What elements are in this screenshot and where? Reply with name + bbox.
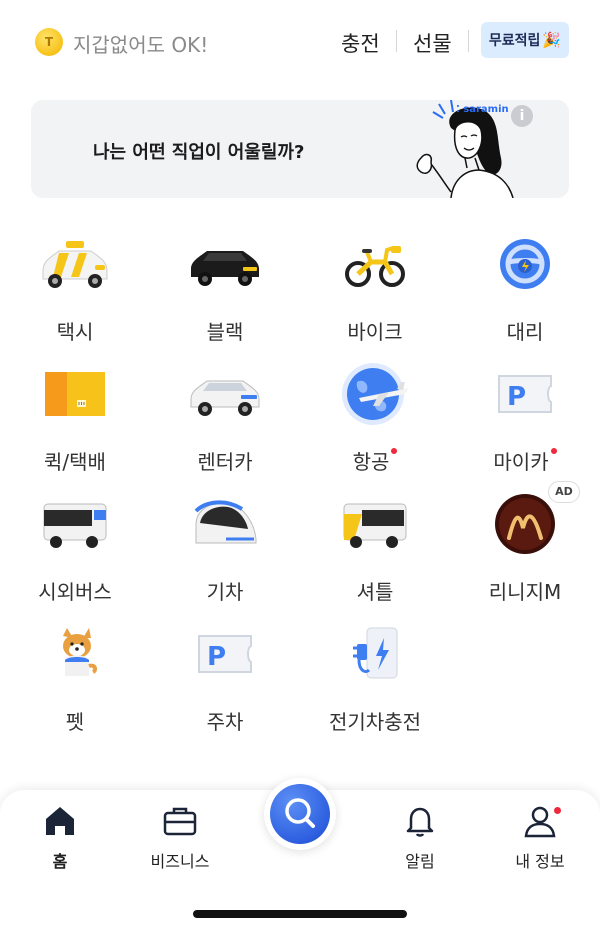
info-icon[interactable]: i [511, 105, 533, 127]
dog-icon [39, 622, 111, 686]
service-bike[interactable]: 바이크 [300, 232, 450, 362]
svg-text:P: P [507, 382, 526, 412]
service-label: 마이카 [450, 446, 600, 475]
nav-notifications[interactable]: 알림 [360, 790, 480, 880]
notification-badge-dot [554, 807, 561, 814]
nav-home[interactable]: 홈 [0, 790, 120, 880]
service-parking[interactable]: P 주차 [150, 622, 300, 752]
nav-business-label: 비즈니스 [150, 852, 210, 871]
service-label: 주차 [206, 710, 244, 734]
service-label: 대리 [506, 320, 544, 344]
wallet-promo-text[interactable]: 지갑없어도 OK! [73, 29, 208, 58]
free-points-button[interactable]: 무료적립 🎉 [481, 22, 569, 58]
person-icon [524, 806, 556, 838]
briefcase-icon [163, 807, 197, 836]
shuttle-icon [339, 492, 411, 556]
nav-my-info[interactable]: 내 정보 [480, 790, 600, 880]
ev-charger-icon [339, 622, 411, 686]
nav-business[interactable]: 비즈니스 [120, 790, 240, 880]
parking-ticket-icon: P [489, 362, 561, 426]
search-icon [285, 798, 315, 828]
t-coin-icon: T [35, 28, 63, 56]
service-label: 기차 [206, 580, 244, 604]
saramin-brand: ⁚ saramin [456, 104, 509, 115]
header-divider [396, 30, 397, 52]
service-label: 항공 [300, 446, 450, 475]
bell-icon [406, 807, 434, 837]
nav-my-info-label: 내 정보 [515, 852, 565, 871]
search-button-bg [270, 784, 330, 844]
service-label: 블랙 [206, 320, 244, 344]
service-taxi[interactable]: 택시 [0, 232, 150, 362]
charge-link[interactable]: 충전 [341, 28, 380, 58]
promo-banner[interactable]: 나는 어떤 직업이 어울릴까? ⁚ saramin i [31, 100, 569, 198]
nav-home-label: 홈 [52, 852, 68, 871]
service-label: 퀵/택배 [44, 450, 106, 474]
lineage-logo-icon [489, 492, 561, 556]
banner-title: 나는 어떤 직업이 어울릴까? [93, 142, 305, 163]
train-icon [189, 492, 261, 556]
home-icon [46, 807, 74, 835]
service-rental-car[interactable]: 렌터카 [150, 362, 300, 492]
svg-text:P: P [207, 642, 226, 672]
service-label: 시외버스 [38, 580, 112, 604]
nav-notifications-label: 알림 [405, 852, 435, 871]
saramin-brand-text: saramin [463, 104, 509, 115]
service-label: 전기차충전 [329, 710, 421, 734]
service-pet[interactable]: 펫 [0, 622, 150, 752]
party-popper-icon: 🎉 [542, 31, 562, 49]
new-badge-dot [391, 448, 398, 454]
service-quick-delivery[interactable]: 퀵/택배 [0, 362, 150, 492]
service-shuttle[interactable]: 셔틀 [300, 492, 450, 622]
new-badge-dot [550, 448, 557, 454]
service-label: 리니지M [488, 580, 562, 604]
service-label: 바이크 [347, 320, 403, 344]
taxi-icon [39, 232, 111, 296]
search-button[interactable] [264, 778, 336, 850]
home-indicator [193, 910, 407, 918]
package-icon [39, 362, 111, 426]
parking-ticket-icon: P [189, 622, 261, 686]
service-intercity-bus[interactable]: 시외버스 [0, 492, 150, 622]
service-label: 펫 [65, 710, 85, 734]
rental-car-icon [189, 362, 261, 426]
service-ev-charging[interactable]: 전기차충전 [300, 622, 450, 752]
airplane-globe-icon [339, 362, 411, 426]
saramin-dot-icon: ⁚ [456, 104, 460, 115]
black-car-icon [189, 232, 261, 296]
service-black[interactable]: 블랙 [150, 232, 300, 362]
header-divider [468, 30, 469, 52]
service-mycar[interactable]: P 마이카 [450, 362, 600, 492]
service-designated-driver[interactable]: 대리 [450, 232, 600, 362]
bike-icon [339, 232, 411, 296]
bus-icon [39, 492, 111, 556]
service-train[interactable]: 기차 [150, 492, 300, 622]
top-header: T 지갑없어도 OK! 충전 선물 무료적립 🎉 [0, 0, 600, 80]
gift-link[interactable]: 선물 [413, 28, 452, 58]
service-label: 셔틀 [356, 580, 394, 604]
service-flight[interactable]: 항공 [300, 362, 450, 492]
service-lineage-m[interactable]: AD 리니지M [450, 481, 600, 622]
steering-wheel-icon [489, 232, 561, 296]
ad-badge: AD [548, 481, 580, 503]
service-label: 렌터카 [197, 450, 253, 474]
service-label: 택시 [56, 320, 94, 344]
free-points-label: 무료적립 [488, 33, 541, 49]
